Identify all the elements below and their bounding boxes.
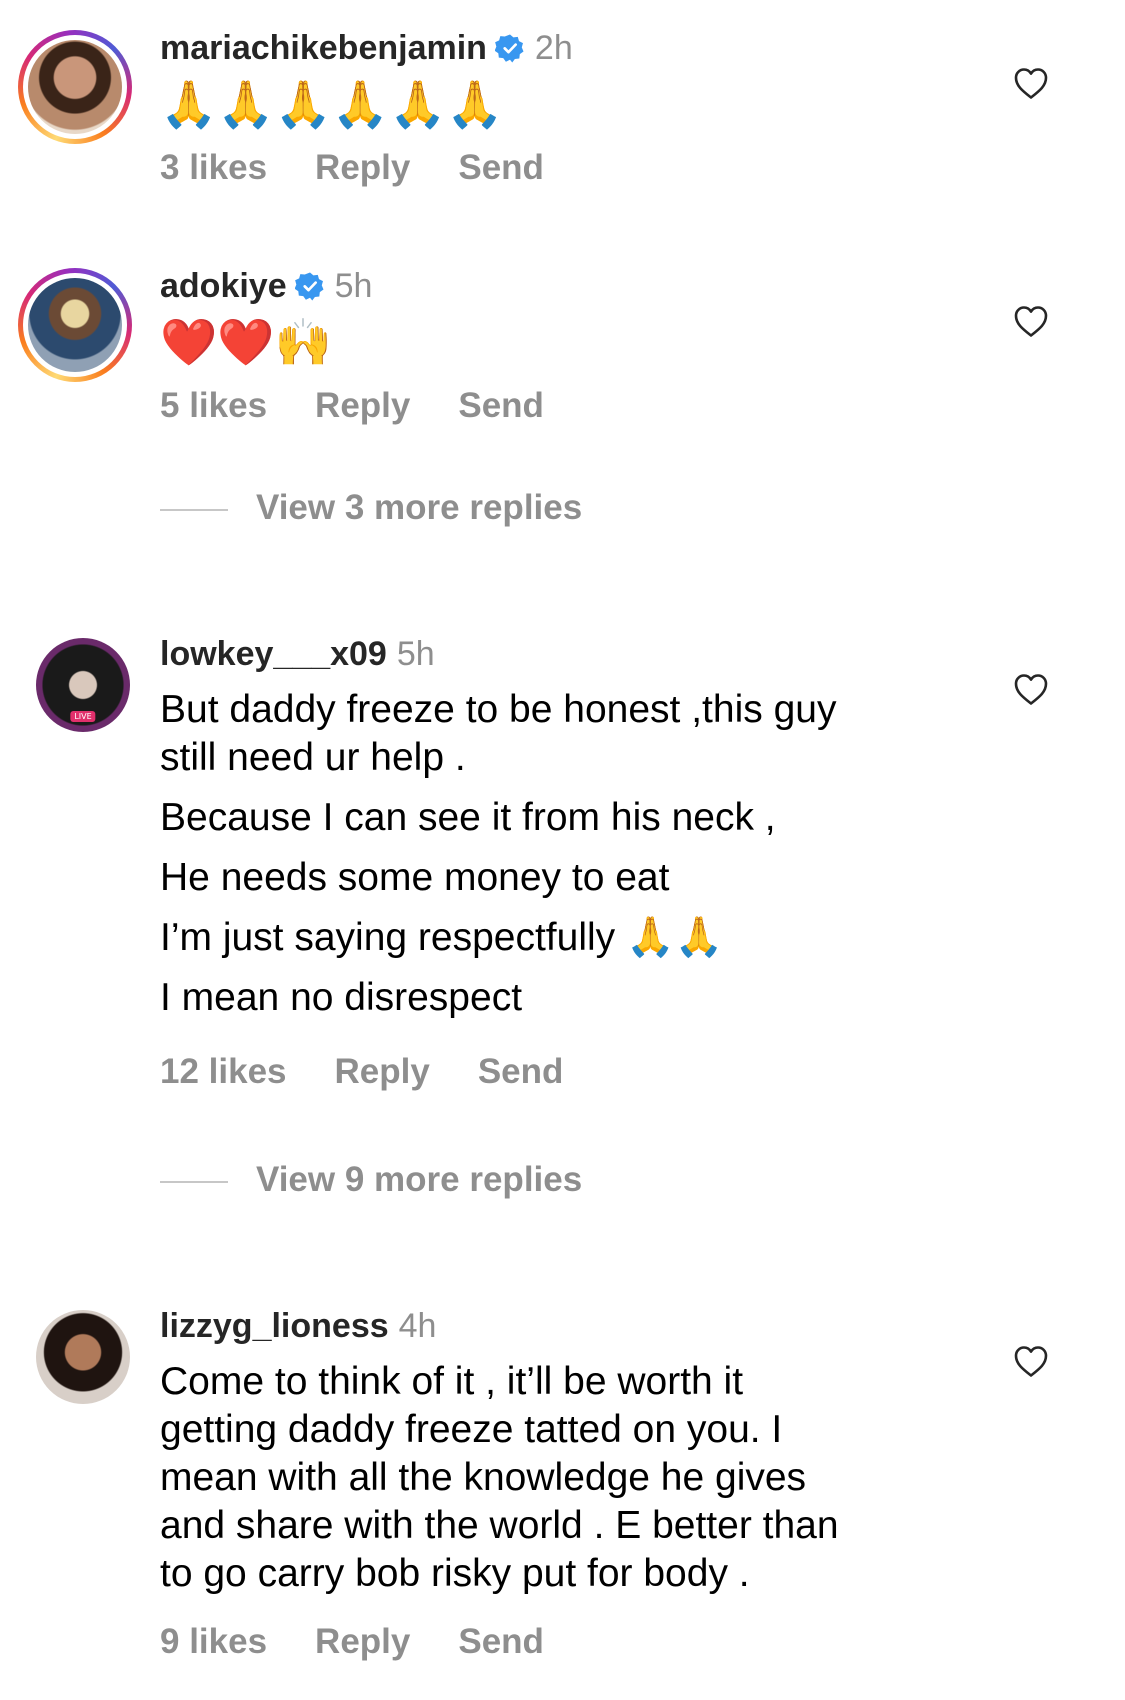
comment-username[interactable]: adokiye (160, 267, 287, 305)
reply-button[interactable]: Reply (335, 1052, 430, 1091)
reply-button[interactable]: Reply (315, 386, 410, 425)
view-more-replies-label: View 3 more replies (256, 488, 583, 527)
likes-count[interactable]: 12 likes (160, 1052, 287, 1091)
comment-text: 🙏🙏🙏🙏🙏🙏 (160, 77, 504, 131)
comment-line: He needs some money to eat (160, 856, 670, 899)
live-badge: LIVE (70, 711, 96, 722)
comment-text: But daddy freeze to be honest ,this guy … (160, 686, 960, 1022)
avatar-frame (23, 35, 127, 139)
comment-text: Come to think of it , it’ll be worth it … (160, 1358, 960, 1598)
comment-username[interactable]: mariachikebenjamin (160, 29, 487, 67)
likes-count[interactable]: 9 likes (160, 1622, 267, 1661)
comment-actions: 3 likes Reply Send (160, 148, 592, 188)
reply-button[interactable]: Reply (315, 148, 410, 187)
comment-line: But daddy freeze to be honest ,this guy (160, 688, 837, 731)
comment-actions: 12 likes Reply Send (160, 1052, 611, 1092)
comment-actions: 5 likes Reply Send (160, 386, 592, 426)
avatar (28, 278, 122, 372)
comment-line: I mean no disrespect (160, 976, 523, 1019)
divider-line (160, 1180, 228, 1183)
comment-time: 2h (534, 29, 573, 67)
send-button[interactable]: Send (458, 148, 544, 187)
comment-text: ❤️❤️🙌 (160, 315, 332, 369)
comment-time: 4h (398, 1307, 437, 1345)
comment-line: Because I can see it from his neck , (160, 796, 776, 839)
heart-outline-icon[interactable] (1013, 66, 1049, 100)
comment-line: to go carry bob risky put for body . (160, 1552, 750, 1595)
avatar-story-ring[interactable] (18, 30, 132, 144)
avatar-image (36, 1310, 130, 1404)
avatar-frame (23, 273, 127, 377)
comment-header: lowkey___x09 5h (160, 634, 435, 674)
divider-line (160, 508, 228, 511)
comment-header: mariachikebenjamin 2h (160, 28, 573, 68)
comment-line: I’m just saying respectfully 🙏🙏 (160, 916, 724, 959)
likes-count[interactable]: 3 likes (160, 148, 267, 187)
comment-time: 5h (334, 267, 373, 305)
comment-line: getting daddy freeze tatted on you. I (160, 1408, 783, 1451)
avatar (28, 40, 122, 134)
avatar: LIVE (36, 638, 130, 732)
likes-count[interactable]: 5 likes (160, 386, 267, 425)
view-more-replies-button[interactable]: View 3 more replies (160, 488, 582, 528)
send-button[interactable]: Send (478, 1052, 564, 1091)
heart-outline-icon[interactable] (1013, 672, 1049, 706)
view-more-replies-label: View 9 more replies (256, 1160, 583, 1199)
comment-username[interactable]: lizzyg_lioness (160, 1307, 389, 1345)
send-button[interactable]: Send (458, 1622, 544, 1661)
verified-badge-icon (294, 272, 324, 301)
send-button[interactable]: Send (458, 386, 544, 425)
comment-line: mean with all the knowledge he gives (160, 1456, 807, 1499)
avatar-live[interactable]: LIVE (36, 638, 130, 732)
avatar-story-ring[interactable] (18, 268, 132, 382)
avatar[interactable] (36, 1310, 130, 1404)
comment-header: lizzyg_lioness 4h (160, 1306, 436, 1346)
heart-outline-icon[interactable] (1013, 304, 1049, 338)
comment-line: still need ur help . (160, 736, 466, 779)
comment-header: adokiye 5h (160, 266, 372, 306)
verified-badge-icon (494, 34, 524, 63)
heart-outline-icon[interactable] (1013, 1344, 1049, 1378)
comment-line: and share with the world . E better than (160, 1504, 839, 1547)
comment-line: Come to think of it , it’ll be worth it (160, 1360, 744, 1403)
comment-time: 5h (396, 635, 435, 673)
reply-button[interactable]: Reply (315, 1622, 410, 1661)
comment-actions: 9 likes Reply Send (160, 1622, 592, 1662)
comment-username[interactable]: lowkey___x09 (160, 635, 387, 673)
view-more-replies-button[interactable]: View 9 more replies (160, 1160, 582, 1200)
